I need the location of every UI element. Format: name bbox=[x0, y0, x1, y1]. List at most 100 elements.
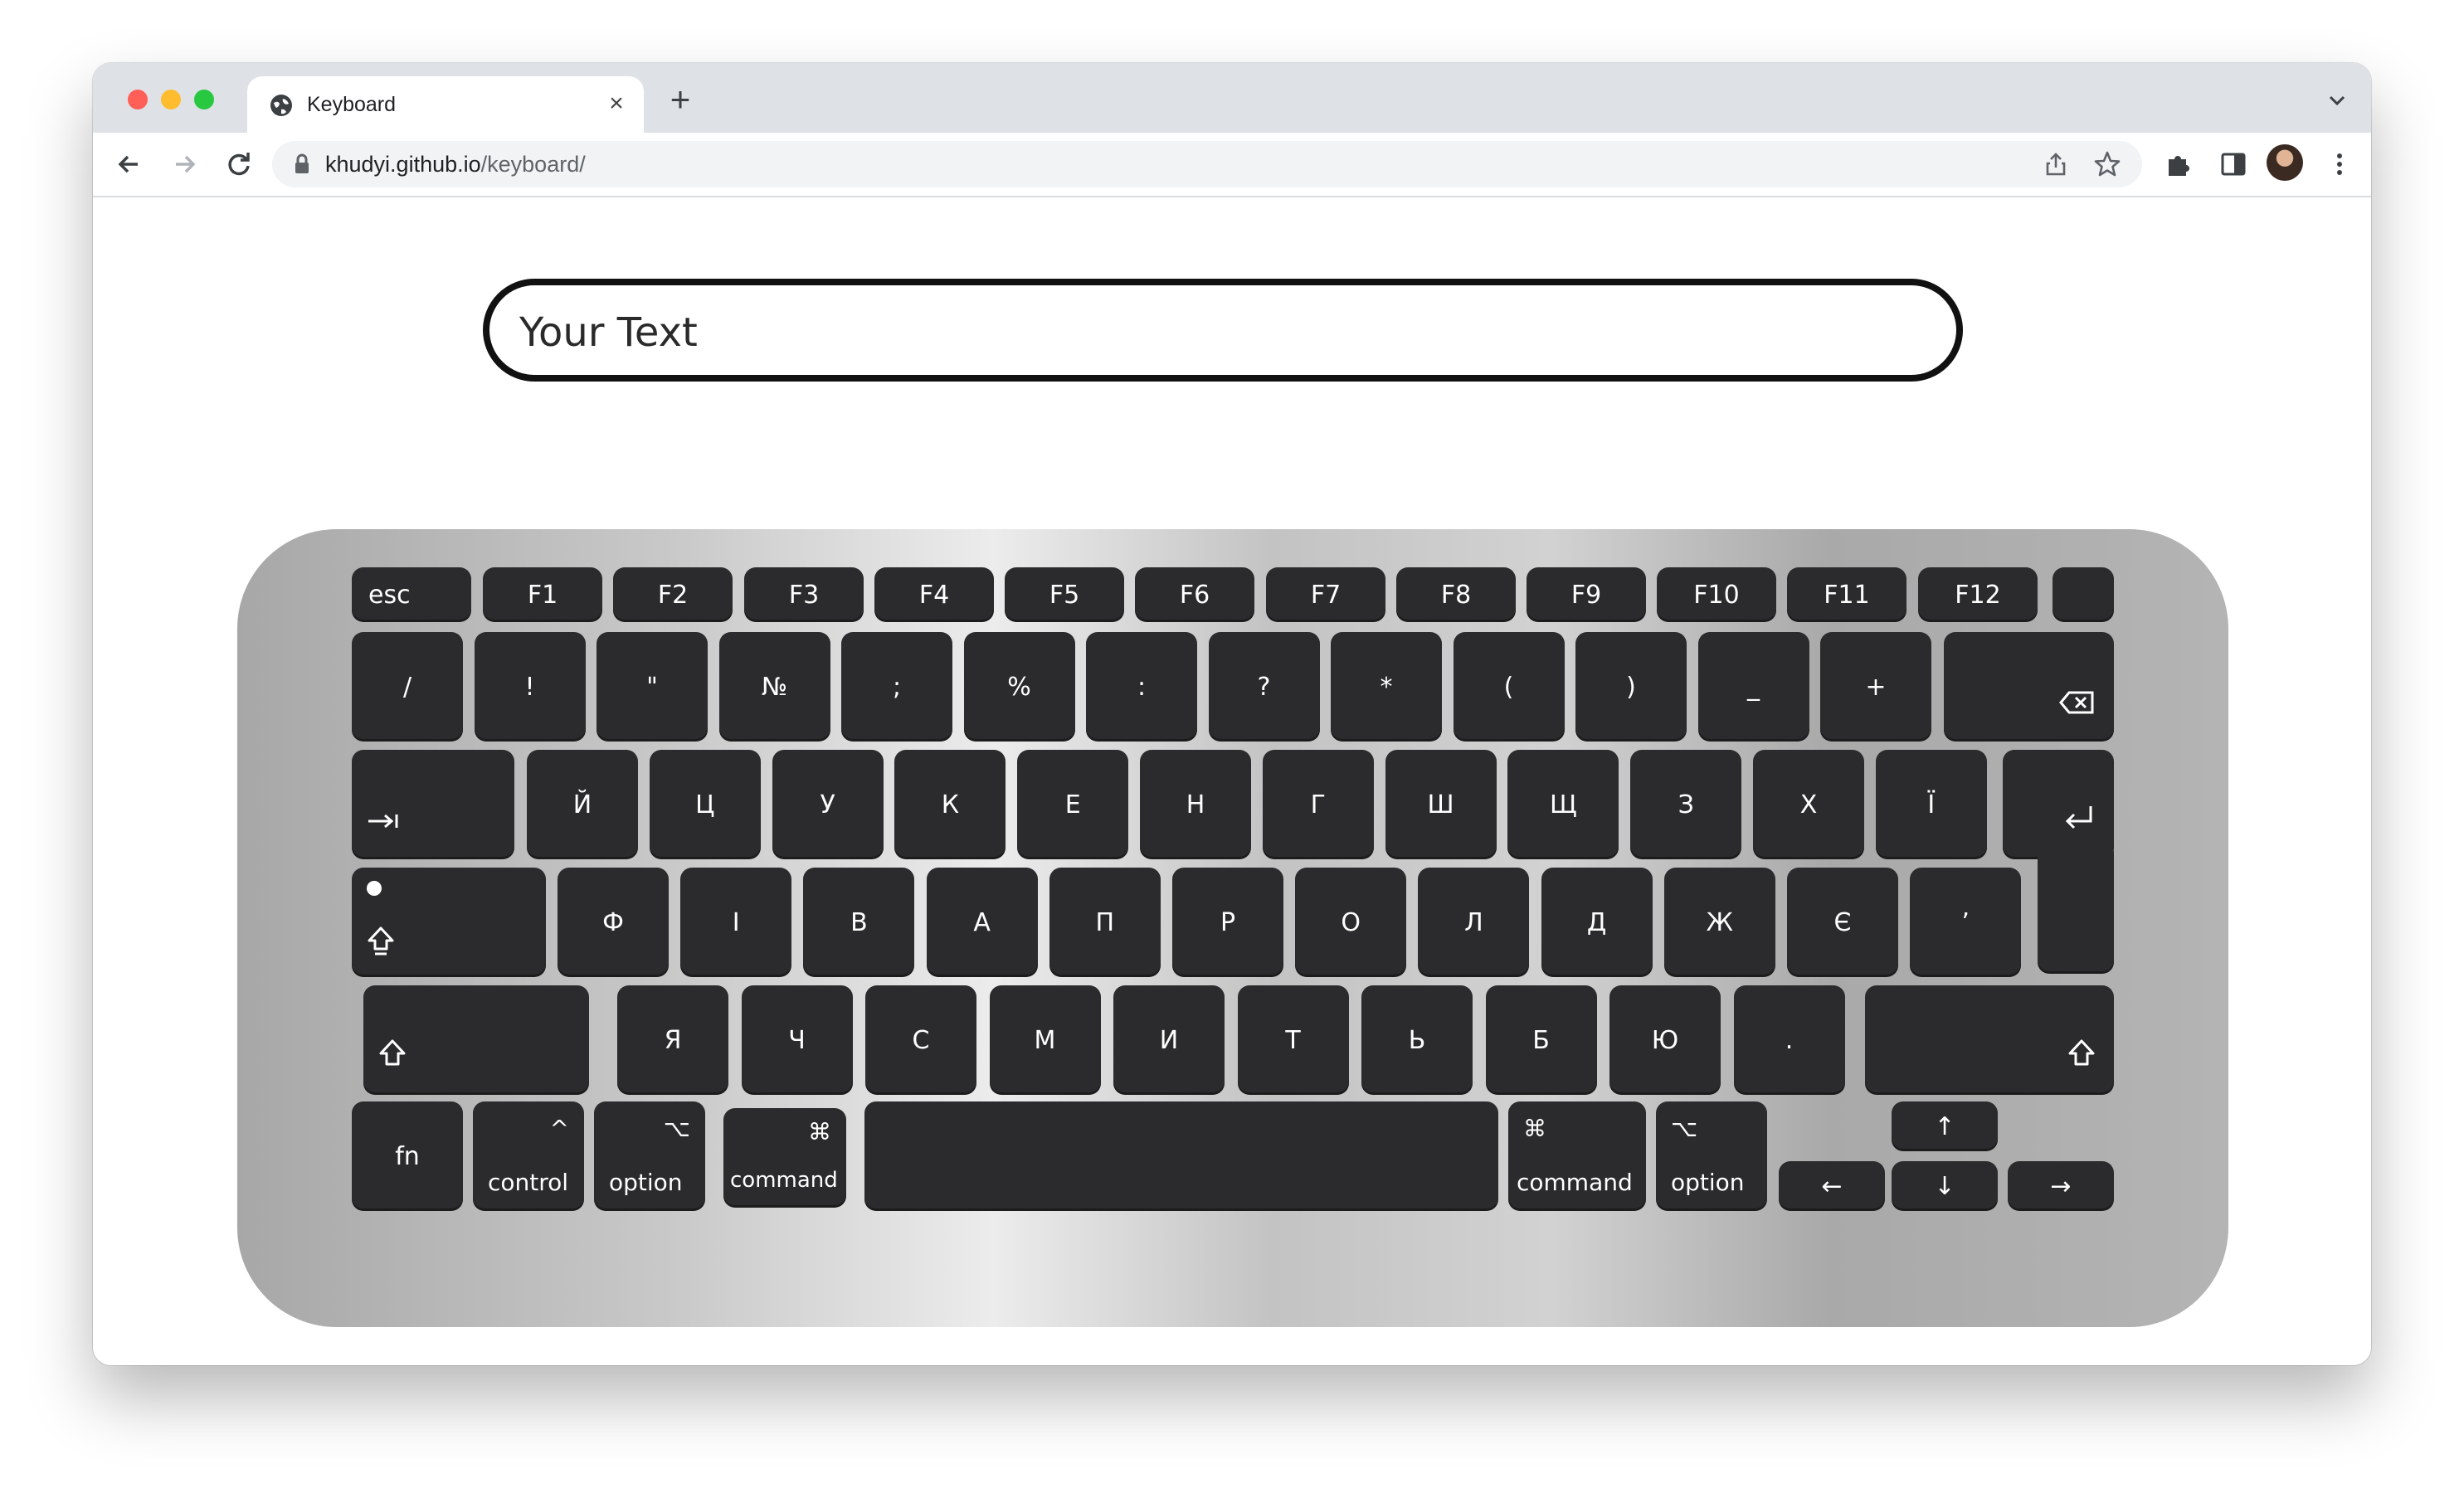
key-space[interactable] bbox=[864, 1101, 1498, 1211]
address-bar[interactable]: khudyi.github.io/keyboard/ bbox=[272, 141, 2142, 187]
key-letter-е[interactable]: Е bbox=[1017, 750, 1129, 859]
key-control[interactable]: control ^ bbox=[473, 1101, 584, 1211]
lock-icon[interactable] bbox=[292, 153, 312, 175]
key-option-right[interactable]: option ⌥ bbox=[1656, 1101, 1767, 1211]
key-bottom-3[interactable]: М bbox=[989, 985, 1101, 1095]
reload-icon[interactable] bbox=[221, 146, 257, 182]
url-text[interactable]: khudyi.github.io/keyboard/ bbox=[325, 152, 586, 177]
key-bottom-1[interactable]: Ч bbox=[741, 985, 853, 1095]
key-num-9[interactable]: ( bbox=[1453, 632, 1565, 742]
key-letter-9[interactable]: Ж bbox=[1663, 868, 1775, 977]
key-f5[interactable]: F5 bbox=[1005, 567, 1124, 622]
key-num-3[interactable]: № bbox=[718, 632, 830, 742]
key-letter-11[interactable]: ’ bbox=[1910, 868, 2022, 977]
key-f3[interactable]: F3 bbox=[744, 567, 864, 622]
key-arrow-left[interactable]: ← bbox=[1779, 1161, 1885, 1211]
text-input[interactable] bbox=[518, 304, 1931, 362]
key-letter-ц[interactable]: Ц bbox=[649, 750, 761, 859]
key-letter-й[interactable]: Й bbox=[527, 750, 638, 859]
key-bottom-5[interactable]: Т bbox=[1237, 985, 1349, 1095]
key-f9[interactable]: F9 bbox=[1527, 567, 1646, 622]
extensions-icon[interactable] bbox=[2160, 146, 2197, 182]
key-letter-0[interactable]: Ф bbox=[558, 868, 669, 977]
key-letter-1[interactable]: І bbox=[680, 868, 792, 977]
key-num-7[interactable]: ? bbox=[1208, 632, 1320, 742]
back-arrow-icon[interactable] bbox=[111, 146, 148, 182]
key-letter-н[interactable]: Н bbox=[1140, 750, 1251, 859]
forward-arrow-icon[interactable] bbox=[166, 146, 202, 182]
key-num-1[interactable]: ! bbox=[474, 632, 586, 742]
key-letter-6[interactable]: О bbox=[1295, 868, 1407, 977]
key-letter-к[interactable]: К bbox=[894, 750, 1006, 859]
key-f11[interactable]: F11 bbox=[1787, 567, 1906, 622]
side-panel-icon[interactable] bbox=[2215, 146, 2252, 182]
key-f10[interactable]: F10 bbox=[1657, 567, 1776, 622]
key-bottom-6[interactable]: Ь bbox=[1361, 985, 1473, 1095]
key-letter-ї[interactable]: Ї bbox=[1875, 750, 1987, 859]
key-num-11[interactable]: _ bbox=[1697, 632, 1809, 742]
tab-close-button[interactable]: × bbox=[602, 90, 631, 118]
key-f4[interactable]: F4 bbox=[874, 567, 994, 622]
key-return-lower[interactable] bbox=[2038, 841, 2114, 974]
key-bottom-8[interactable]: Ю bbox=[1609, 985, 1721, 1095]
key-letter-3[interactable]: А bbox=[926, 868, 1038, 977]
key-bottom-4[interactable]: И bbox=[1113, 985, 1225, 1095]
key-num-4[interactable]: ; bbox=[841, 632, 952, 742]
minimize-window-button[interactable] bbox=[161, 90, 181, 109]
key-bottom-9[interactable]: . bbox=[1733, 985, 1845, 1095]
key-letter-10[interactable]: Є bbox=[1787, 868, 1898, 977]
key-letter-2[interactable]: В bbox=[803, 868, 915, 977]
key-arrow-up[interactable]: ↑ bbox=[1892, 1101, 1998, 1151]
key-num-6[interactable]: : bbox=[1086, 632, 1197, 742]
key-letter-г[interactable]: Г bbox=[1262, 750, 1374, 859]
key-f6[interactable]: F6 bbox=[1135, 567, 1254, 622]
key-num-5[interactable]: % bbox=[963, 632, 1075, 742]
close-window-button[interactable] bbox=[128, 90, 148, 109]
key-f1[interactable]: F1 bbox=[483, 567, 602, 622]
key-fn[interactable]: fn bbox=[352, 1101, 463, 1211]
key-shift-right[interactable] bbox=[1865, 985, 2114, 1095]
chevron-down-icon[interactable] bbox=[2325, 88, 2350, 113]
key-num-10[interactable]: ) bbox=[1575, 632, 1687, 742]
key-f8[interactable]: F8 bbox=[1396, 567, 1516, 622]
key-bottom-2[interactable]: С bbox=[865, 985, 976, 1095]
new-tab-button[interactable]: + bbox=[662, 81, 699, 118]
key-capslock[interactable] bbox=[352, 868, 546, 977]
key-arrow-down[interactable]: ↓ bbox=[1892, 1161, 1998, 1211]
key-arrow-right[interactable]: → bbox=[2008, 1161, 2114, 1211]
text-field[interactable] bbox=[483, 279, 1963, 382]
key-letter-у[interactable]: У bbox=[772, 750, 884, 859]
key-letter-х[interactable]: Х bbox=[1753, 750, 1864, 859]
key-f12[interactable]: F12 bbox=[1918, 567, 2038, 622]
key-num-8[interactable]: * bbox=[1331, 632, 1442, 742]
key-f2[interactable]: F2 bbox=[613, 567, 733, 622]
key-power[interactable] bbox=[2053, 567, 2114, 622]
key-shift-left[interactable] bbox=[363, 985, 589, 1095]
key-letter-7[interactable]: Л bbox=[1418, 868, 1530, 977]
share-icon[interactable] bbox=[2043, 151, 2069, 177]
tab-keyboard[interactable]: Keyboard × bbox=[247, 76, 644, 133]
key-letter-4[interactable]: П bbox=[1049, 868, 1161, 977]
key-command-right[interactable]: command ⌘ bbox=[1508, 1101, 1646, 1211]
key-command-left[interactable]: command ⌘ bbox=[723, 1108, 846, 1208]
key-num-12[interactable]: + bbox=[1820, 632, 1931, 742]
more-menu-icon[interactable] bbox=[2321, 146, 2358, 182]
key-tab[interactable] bbox=[352, 750, 514, 859]
zoom-window-button[interactable] bbox=[194, 90, 214, 109]
profile-avatar[interactable] bbox=[2267, 144, 2303, 181]
key-esc[interactable]: esc bbox=[352, 567, 471, 622]
key-letter-щ[interactable]: Щ bbox=[1507, 750, 1619, 859]
key-backspace[interactable] bbox=[1944, 632, 2114, 742]
key-bottom-7[interactable]: Б bbox=[1485, 985, 1597, 1095]
key-letter-з[interactable]: З bbox=[1630, 750, 1742, 859]
key-option-left[interactable]: option ⌥ bbox=[594, 1101, 705, 1211]
key-num-2[interactable]: " bbox=[597, 632, 708, 742]
key-f7[interactable]: F7 bbox=[1266, 567, 1385, 622]
key-bottom-0[interactable]: Я bbox=[617, 985, 728, 1095]
key-num-0[interactable]: / bbox=[352, 632, 463, 742]
key-letter-8[interactable]: Д bbox=[1541, 868, 1653, 977]
key-letter-ш[interactable]: Ш bbox=[1385, 750, 1497, 859]
key-bottom-5-label: Т bbox=[1285, 1025, 1301, 1055]
key-letter-5[interactable]: Р bbox=[1172, 868, 1283, 977]
bookmark-star-icon[interactable] bbox=[2092, 149, 2122, 179]
